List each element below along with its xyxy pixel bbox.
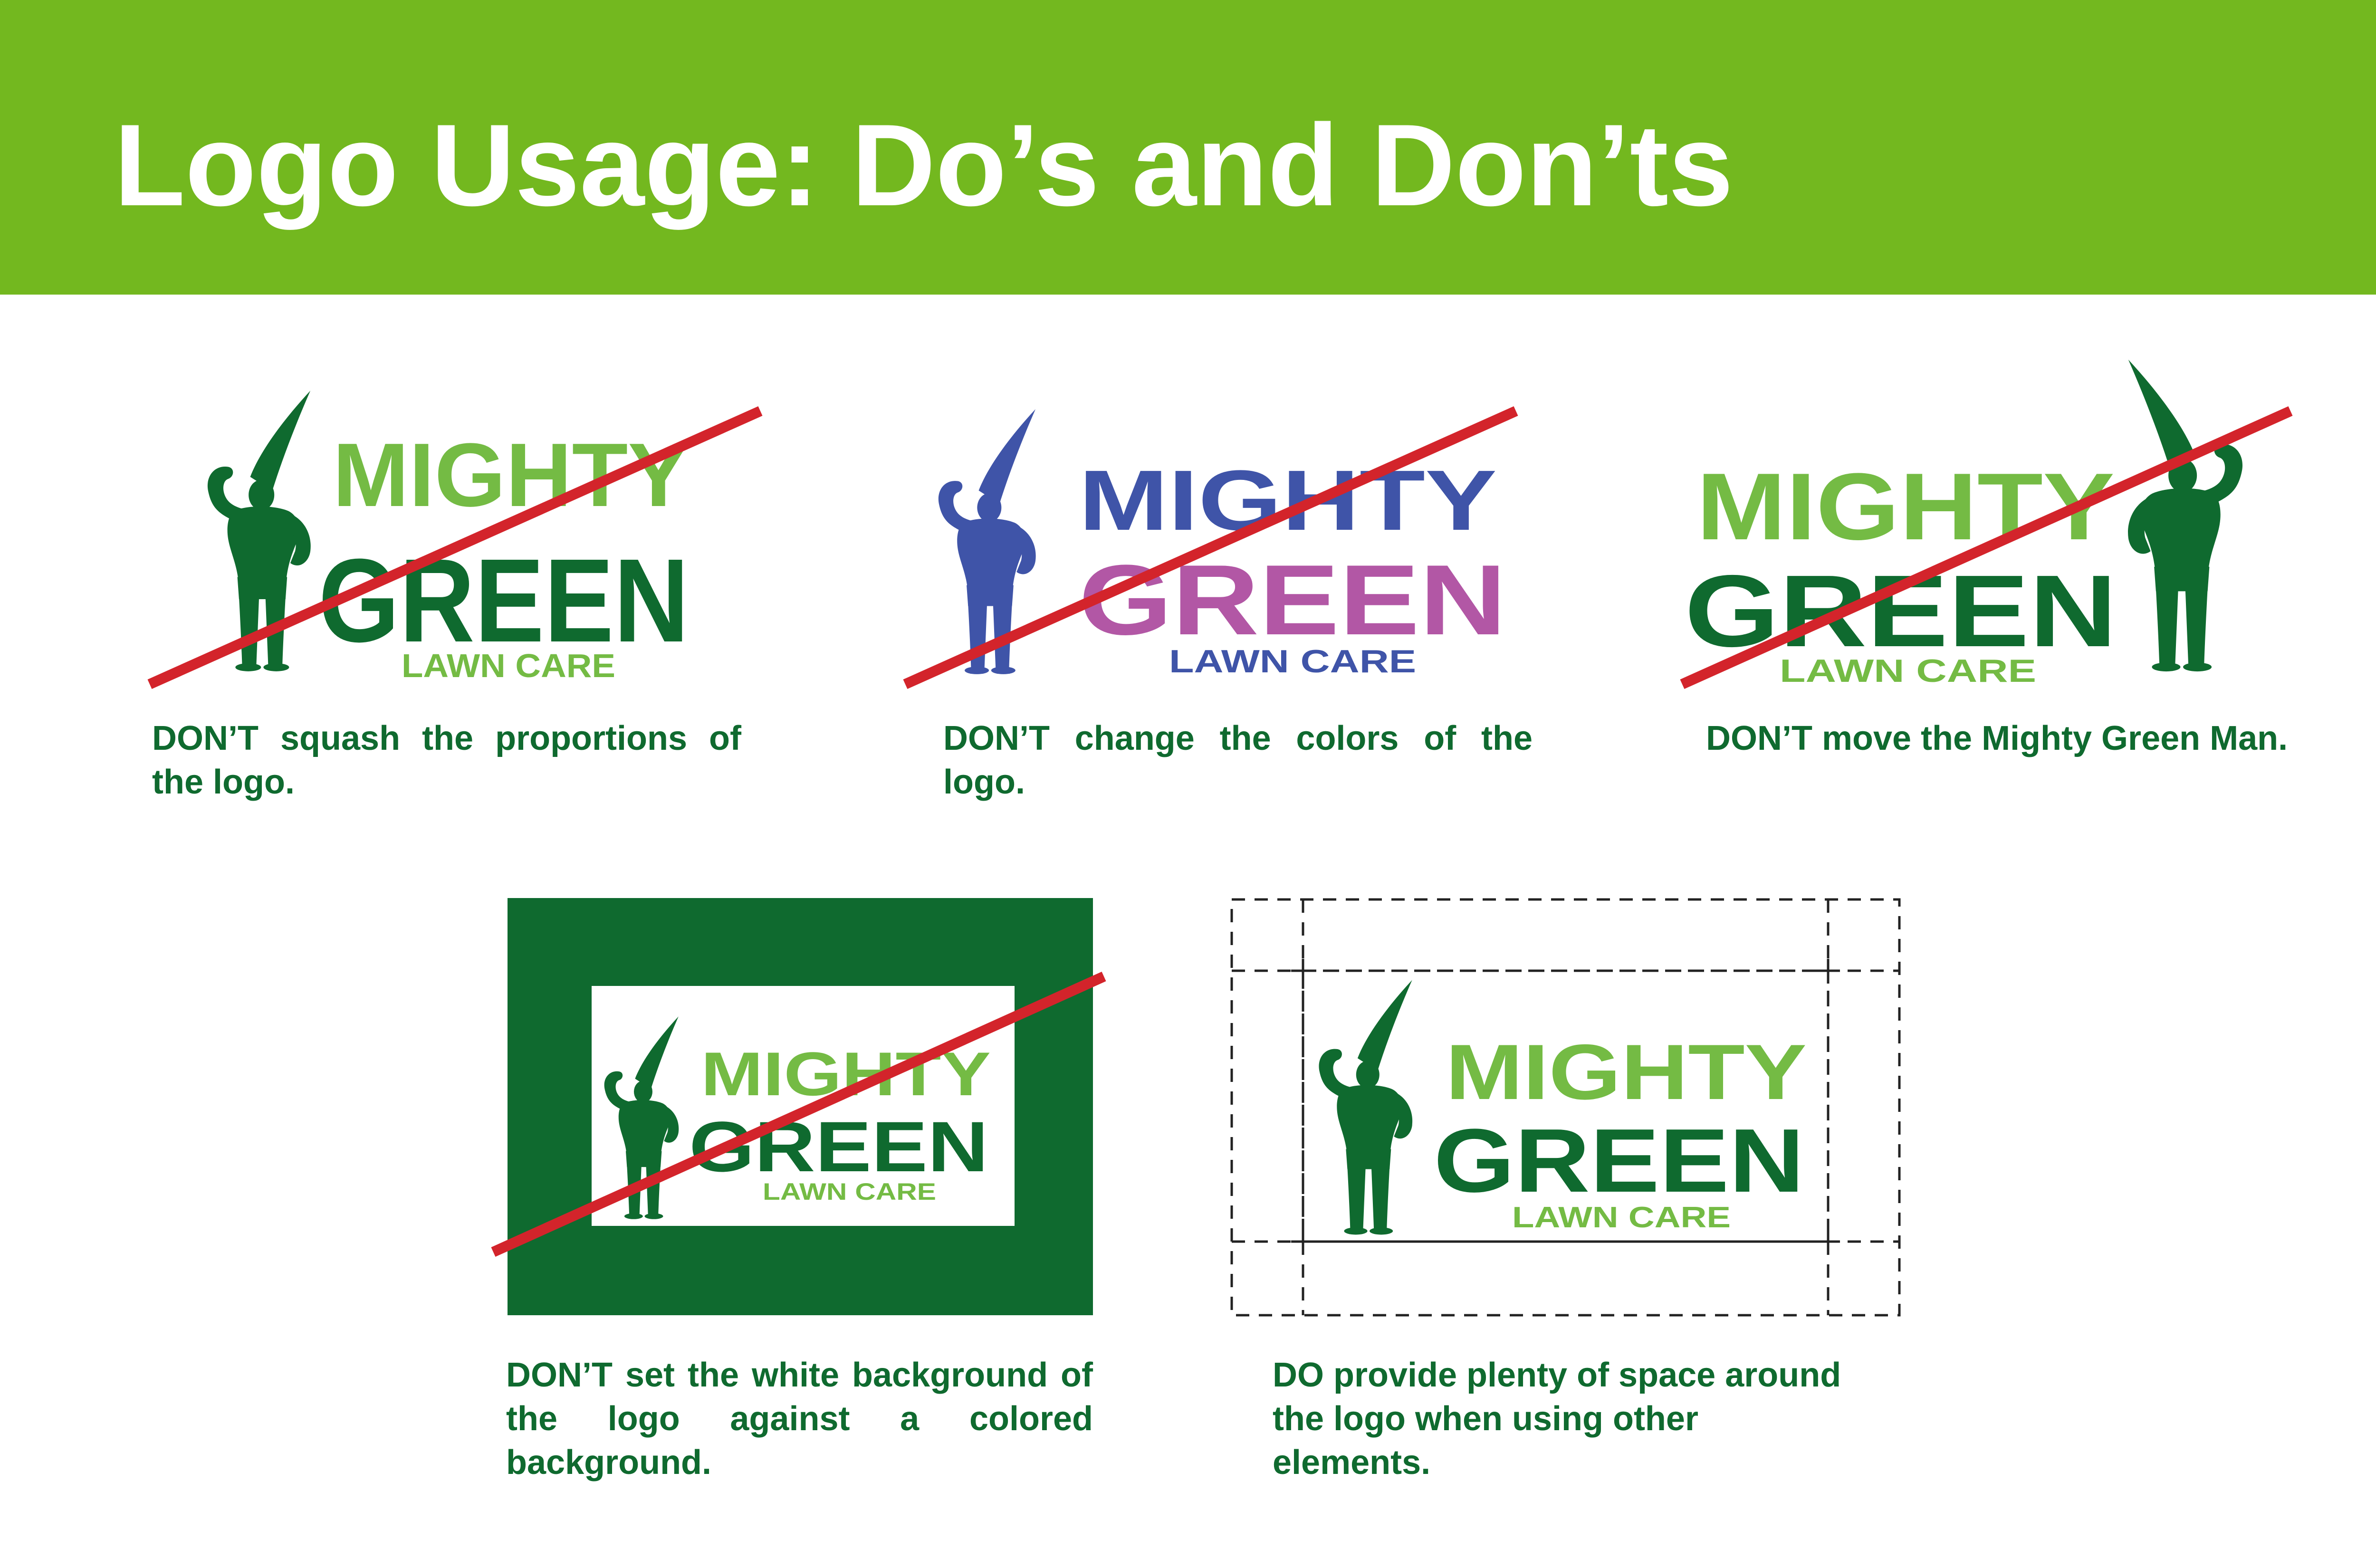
- logo-word-mighty: MIGHTY: [1696, 454, 2115, 560]
- mighty-green-man-mascot-icon: [2128, 359, 2243, 672]
- logo-word-green: GREEN: [1434, 1110, 1804, 1211]
- logo-moved-mascot: MIGHTY GREEN LAWN CARE: [1685, 359, 2243, 689]
- caption-move-man: DON’T move the Mighty Green Man.: [1706, 719, 2288, 757]
- logo-word-lawn-care: LAWN CARE: [402, 647, 615, 684]
- logo-word-green: GREEN: [689, 1107, 988, 1186]
- logo-word-mighty: MIGHTY: [701, 1039, 991, 1109]
- logo-word-lawn-care: LAWN CARE: [1780, 653, 2036, 689]
- logo-word-mighty: MIGHTY: [1079, 453, 1497, 548]
- logo-word-lawn-care: LAWN CARE: [763, 1178, 936, 1205]
- logo-on-colored-background: MIGHTY GREEN LAWN CARE: [604, 1016, 991, 1219]
- mighty-green-man-mascot-icon: [1319, 980, 1413, 1235]
- mighty-green-man-mascot-icon: [938, 409, 1036, 674]
- caption-squash: DON’T squash the proportions of the logo…: [152, 719, 741, 801]
- mighty-green-man-mascot-icon: [207, 391, 311, 671]
- logo-wrong-colors: MIGHTY GREEN LAWN CARE: [938, 409, 1506, 679]
- logo-correct-clear-space: MIGHTY GREEN LAWN CARE: [1319, 980, 1807, 1235]
- logo-word-mighty: MIGHTY: [1446, 1028, 1807, 1116]
- logo-squashed: MIGHTY GREEN LAWN CARE: [207, 391, 689, 684]
- logo-word-lawn-care: LAWN CARE: [1169, 643, 1416, 679]
- mighty-green-man-mascot-icon: [604, 1016, 679, 1219]
- caption-colors: DON’T change the colors of the logo.: [943, 719, 1533, 801]
- page-title: Logo Usage: Do’s and Don’ts: [114, 100, 1734, 230]
- logo-word-green: GREEN: [1685, 554, 2117, 668]
- logo-word-lawn-care: LAWN CARE: [1512, 1201, 1731, 1234]
- caption-colored-background: DON’T set the white background of the lo…: [506, 1356, 1093, 1482]
- logo-word-green: GREEN: [1079, 544, 1506, 656]
- logo-word-mighty: MIGHTY: [333, 425, 689, 526]
- caption-clear-space: DO provide plenty of space around the lo…: [1273, 1356, 1841, 1482]
